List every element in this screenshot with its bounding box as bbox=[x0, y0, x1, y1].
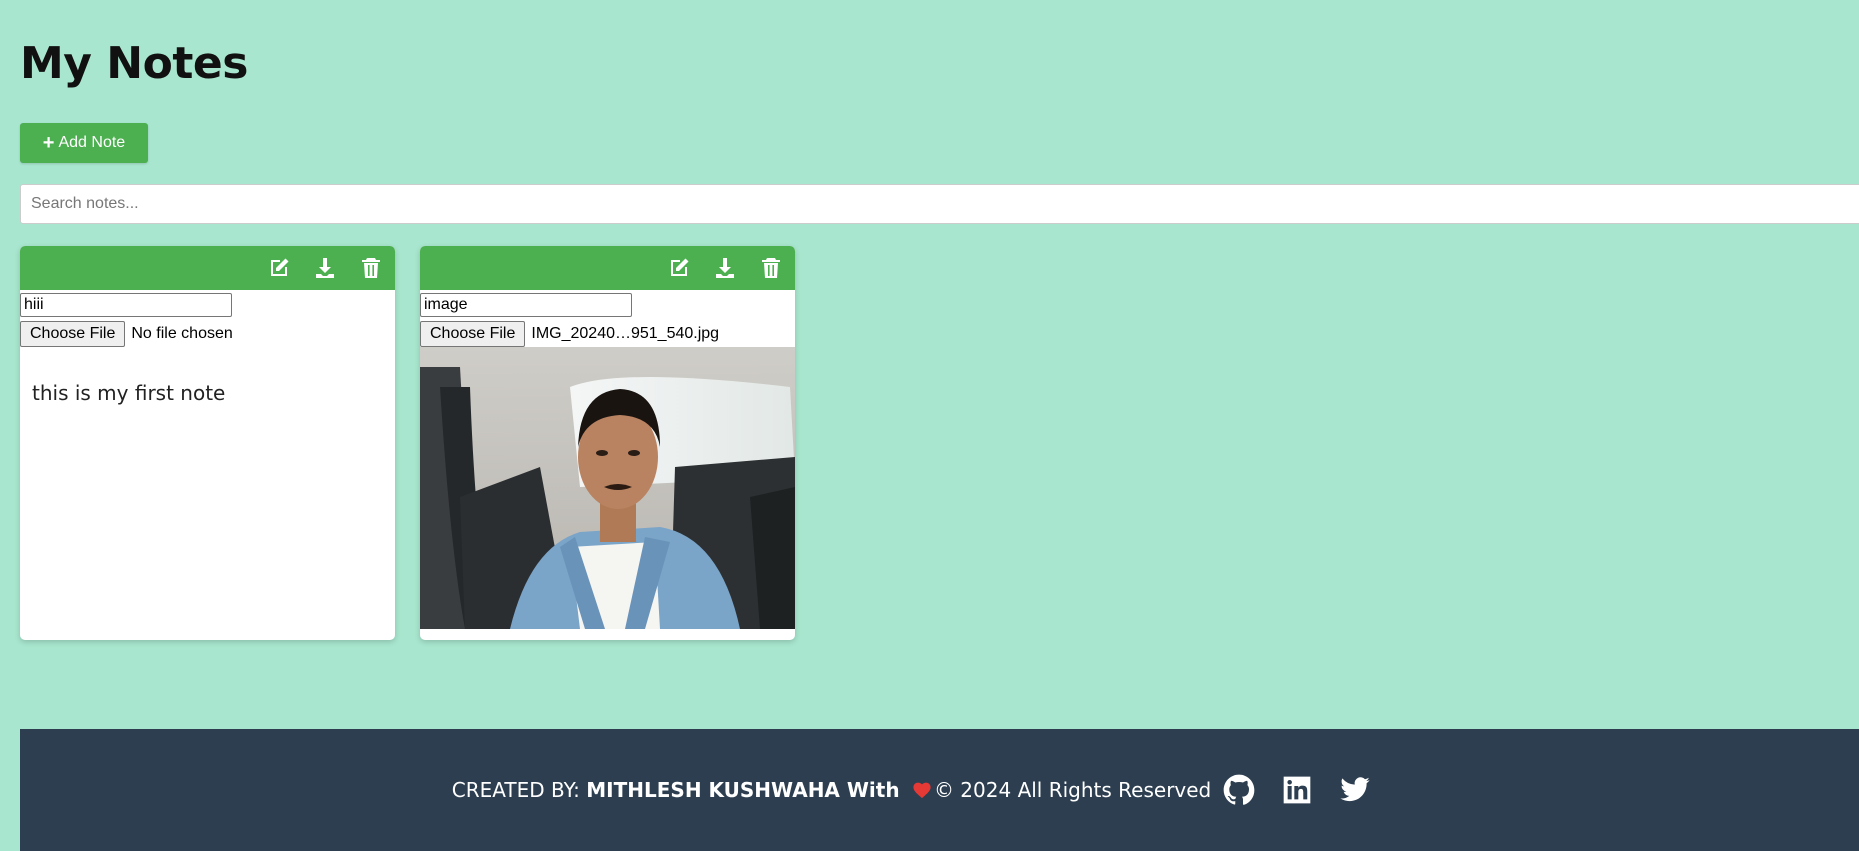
rights-text: © 2024 All Rights Reserved bbox=[933, 778, 1212, 802]
note-image bbox=[420, 347, 795, 629]
note-title-input[interactable] bbox=[420, 293, 632, 317]
download-icon[interactable] bbox=[713, 256, 737, 280]
choose-file-button[interactable]: Choose File bbox=[420, 321, 526, 347]
file-picker: Choose File IMG_20240…951_540.jpg bbox=[420, 321, 795, 347]
author-name: MITHLESH KUSHWAHA With bbox=[586, 778, 900, 802]
note-card: Choose File No file chosen this is my fi… bbox=[20, 246, 395, 640]
search-input[interactable] bbox=[20, 184, 1859, 224]
add-note-button[interactable]: + Add Note bbox=[20, 123, 148, 163]
plus-icon: + bbox=[42, 132, 55, 154]
footer: CREATED BY: MITHLESH KUSHWAHA With © 202… bbox=[20, 729, 1859, 851]
edit-icon[interactable] bbox=[667, 256, 691, 280]
note-title-input[interactable] bbox=[20, 293, 232, 317]
download-icon[interactable] bbox=[313, 256, 337, 280]
github-icon[interactable] bbox=[1223, 774, 1255, 806]
trash-icon[interactable] bbox=[759, 256, 783, 280]
edit-icon[interactable] bbox=[267, 256, 291, 280]
linkedin-icon[interactable] bbox=[1281, 774, 1313, 806]
choose-file-button[interactable]: Choose File bbox=[20, 321, 126, 347]
page-title: My Notes bbox=[20, 38, 248, 89]
created-by-label: CREATED BY: bbox=[451, 778, 587, 802]
note-toolbar bbox=[420, 246, 795, 290]
heart-icon bbox=[913, 782, 931, 799]
note-content[interactable]: this is my first note bbox=[32, 381, 395, 405]
file-status: IMG_20240…951_540.jpg bbox=[531, 325, 720, 342]
note-card: Choose File IMG_20240…951_540.jpg bbox=[420, 246, 795, 640]
note-toolbar bbox=[20, 246, 395, 290]
social-links bbox=[1223, 774, 1371, 806]
file-status: No file chosen bbox=[131, 325, 233, 342]
footer-credit: CREATED BY: MITHLESH KUSHWAHA With © 202… bbox=[452, 778, 1212, 802]
add-note-label: Add Note bbox=[58, 134, 126, 151]
twitter-icon[interactable] bbox=[1339, 774, 1371, 806]
trash-icon[interactable] bbox=[359, 256, 383, 280]
file-picker: Choose File No file chosen bbox=[20, 321, 395, 347]
